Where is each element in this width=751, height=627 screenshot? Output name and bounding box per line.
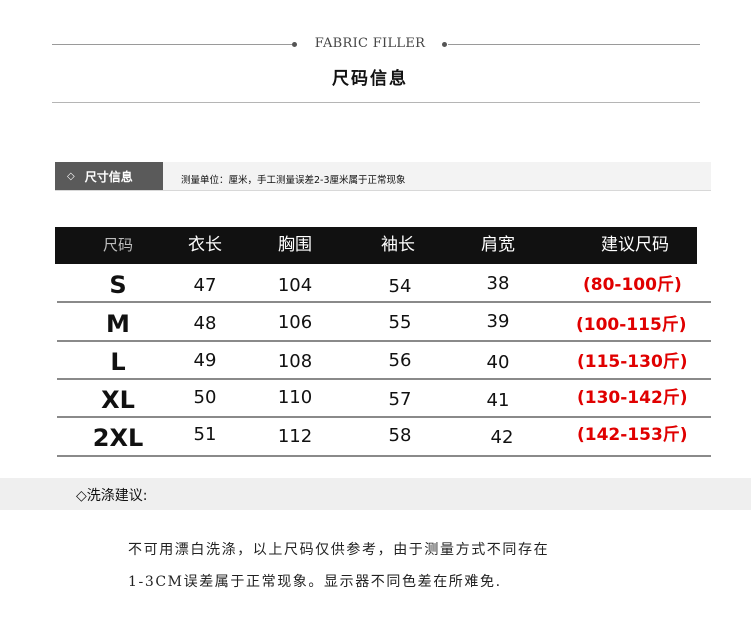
table-cell-sleeve: 58 (388, 425, 412, 446)
size-info-tab: ◇ 尺寸信息 (55, 162, 163, 190)
table-cell-length: 48 (193, 313, 217, 334)
header-dot-left (292, 42, 297, 47)
measurement-note: 测量单位：厘米，手工测量误差2-3厘米属于正常现象 (181, 175, 406, 186)
table-row-size: M (106, 310, 130, 338)
header-dot-right (442, 42, 447, 47)
table-cell-chest: 106 (277, 312, 313, 333)
table-cell-chest: 108 (277, 351, 313, 372)
table-cell-chest: 104 (277, 275, 313, 296)
washing-title: ◇洗涤建议: (76, 488, 148, 504)
washing-text-line-1: 不可用漂白洗涤，以上尺码仅供参考，由于测量方式不同存在 (128, 542, 550, 558)
page-title: 尺码信息 (332, 69, 408, 89)
row-divider (57, 455, 711, 457)
diamond-icon: ◇ (67, 170, 75, 182)
washing-text-line-2: 1-3CM误差属于正常现象。显示器不同色差在所难免. (128, 574, 502, 590)
table-cell-chest: 112 (277, 426, 313, 447)
table-cell-length: 47 (193, 275, 217, 296)
table-row-size: L (110, 348, 126, 376)
table-cell-length: 50 (193, 387, 217, 408)
table-cell-shoulder: 41 (486, 390, 510, 411)
size-info-underline (55, 190, 711, 191)
table-cell-length: 49 (193, 350, 217, 371)
header-rule-right (448, 44, 700, 45)
col-header-sleeve: 袖长 (381, 235, 415, 255)
table-cell-length: 51 (193, 424, 217, 445)
table-cell-sleeve: 56 (388, 350, 412, 371)
table-cell-shoulder: 40 (486, 352, 510, 373)
table-cell-recommend: (100-115斤) (576, 315, 687, 335)
table-row-size: S (109, 271, 127, 299)
table-cell-recommend: (130-142斤) (577, 388, 688, 408)
table-row-size: XL (101, 386, 135, 414)
table-cell-shoulder: 42 (490, 427, 514, 448)
col-header-length: 衣长 (188, 235, 222, 255)
header-rule-left (52, 44, 292, 45)
col-header-recommend: 建议尺码 (601, 235, 669, 255)
table-cell-recommend: (80-100斤) (583, 275, 682, 295)
table-cell-sleeve: 55 (388, 312, 412, 333)
col-header-shoulder: 肩宽 (481, 235, 515, 255)
col-header-size: 尺码 (102, 236, 133, 254)
fabric-subtitle: FABRIC FILLER (314, 36, 426, 51)
table-cell-shoulder: 39 (486, 311, 510, 332)
table-cell-recommend: (142-153斤) (577, 425, 688, 445)
row-divider (57, 301, 711, 303)
table-cell-recommend: (115-130斤) (577, 352, 688, 372)
table-cell-sleeve: 57 (388, 389, 412, 410)
col-header-chest: 胸围 (278, 235, 312, 255)
header-divider (52, 102, 700, 103)
size-info-tab-label: 尺寸信息 (84, 169, 133, 184)
table-row-size: 2XL (92, 424, 144, 452)
table-cell-shoulder: 38 (486, 273, 510, 294)
table-cell-chest: 110 (277, 387, 313, 408)
